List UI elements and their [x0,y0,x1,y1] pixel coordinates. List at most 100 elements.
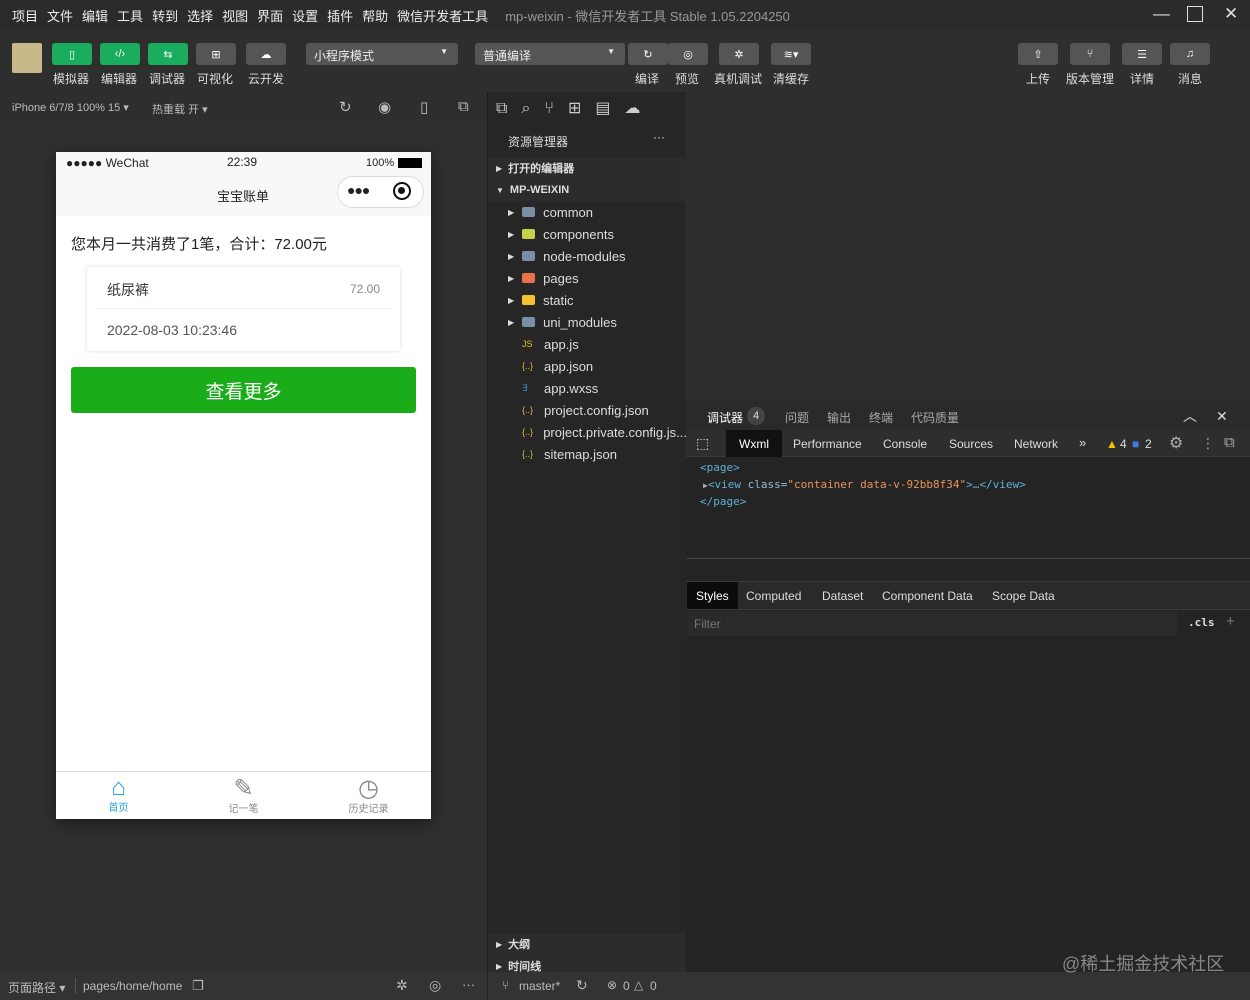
open-editors-section[interactable]: ▶ 打开的编辑器 [488,157,687,179]
menu-item[interactable]: 工具 [117,6,143,25]
dock-icon[interactable]: ⧉ [1224,434,1235,451]
folder-item[interactable]: ▶ components [488,223,687,245]
subtab-scope-data[interactable]: Scope Data [992,589,1055,603]
gear-icon[interactable]: ⚙ [1169,433,1183,453]
wxml-view-node[interactable]: ▶<view class="container data-v-92bb8f34"… [703,478,1026,491]
add-rule-button[interactable]: + [1226,613,1235,630]
menu-item[interactable]: 文件 [47,6,73,25]
files-icon[interactable]: ⧉ [496,100,521,117]
compile-button[interactable]: ↻ [628,43,668,65]
phone-icon[interactable]: ▯ [420,98,428,116]
menu-item[interactable]: 编辑 [82,6,108,25]
subtab-dataset[interactable]: Dataset [822,589,863,603]
menu-item[interactable]: 视图 [222,6,248,25]
record-icon[interactable]: ◉ [378,98,391,116]
menu-item[interactable]: 项目 [12,6,38,25]
tab-add[interactable]: ✎ 记一笔 [211,774,276,815]
subtab-component-data[interactable]: Component Data [882,589,973,603]
maximize-icon[interactable] [1187,6,1203,22]
details-button[interactable]: ☰ [1122,43,1162,65]
warning-count[interactable]: 0 [650,979,657,993]
menu-item[interactable]: 选择 [187,6,213,25]
more-icon[interactable]: ··· [462,977,475,992]
folder-item[interactable]: ▶ common [488,201,687,223]
clear-cache-button[interactable]: ≋▾ [771,43,811,65]
folder-item[interactable]: ▶ static [488,289,687,311]
devtab-sources[interactable]: Sources [949,437,993,451]
visual-button[interactable]: ⊞ [196,43,236,65]
compile-select[interactable]: 普通编译 ▼ [475,43,625,65]
error-count[interactable]: 0 [623,979,630,993]
outline-section[interactable]: ▶ 大纲 [488,933,687,955]
devtab-network[interactable]: Network [1014,437,1058,451]
more-icon[interactable]: ●●● [347,182,370,198]
tab-history[interactable]: ◷ 历史记录 [336,774,401,815]
minimize-icon[interactable]: — [1153,4,1170,24]
git-branch[interactable]: master* [519,979,560,993]
save-icon[interactable]: ▤ [595,100,624,117]
editor-button[interactable]: ‹/› [100,43,140,65]
popout-icon[interactable]: ⧉ [458,98,469,115]
menu-item[interactable]: 设置 [292,6,318,25]
tab-home[interactable]: ⌂ 首页 [86,774,151,814]
rotate-icon[interactable]: ↻ [339,98,352,116]
menu-item[interactable]: 界面 [257,6,283,25]
more-icon[interactable]: ··· [653,130,665,144]
eye-icon[interactable]: ◎ [429,977,441,994]
folder-item[interactable]: ▶ node-modules [488,245,687,267]
sync-icon[interactable]: ↻ [576,977,588,994]
kebab-icon[interactable]: ⋮ [1201,435,1215,452]
menu-item[interactable]: 微信开发者工具 [397,6,488,25]
info-count[interactable]: 2 [1145,437,1152,451]
devtab-performance[interactable]: Performance [793,437,862,451]
devtab-wxml[interactable]: Wxml [726,430,782,457]
search-icon[interactable]: ⌕ [521,100,544,117]
menu-item[interactable]: 插件 [327,6,353,25]
file-item[interactable]: {..} app.json [488,355,687,377]
close-capsule-icon[interactable] [393,182,411,200]
simulator-button[interactable]: ▯ [52,43,92,65]
wxml-page-open[interactable]: <page> [700,461,740,474]
cls-button[interactable]: .cls [1188,616,1215,629]
root-folder[interactable]: ▼ MP-WEIXIN [488,179,687,201]
folder-item[interactable]: ▶ pages [488,267,687,289]
styles-filter-input[interactable] [687,611,1177,636]
close-icon[interactable]: ✕ [1216,408,1228,425]
file-item[interactable]: JS app.js [488,333,687,355]
docker-icon[interactable]: ☁ [625,100,655,117]
tab-terminal[interactable]: 终端 [869,409,893,426]
file-item[interactable]: {..} sitemap.json [488,443,687,465]
avatar[interactable] [12,43,42,73]
upload-button[interactable]: ⇧ [1018,43,1058,65]
messages-button[interactable]: ♫ [1170,43,1210,65]
device-select[interactable]: iPhone 6/7/8 100% 15 ▾ [12,101,129,114]
tab-code-quality[interactable]: 代码质量 [911,409,959,426]
subtab-styles[interactable]: Styles [687,582,738,609]
tab-problems[interactable]: 问题 [785,409,809,426]
subtab-computed[interactable]: Computed [746,589,801,603]
copy-icon[interactable]: ❐ [192,978,204,994]
tab-output[interactable]: 输出 [827,409,851,426]
record-card[interactable]: 纸尿裤 72.00 2022-08-03 10:23:46 [87,267,400,351]
menu-item[interactable]: 帮助 [362,6,388,25]
inspect-icon[interactable]: ⬚ [696,435,709,452]
file-item[interactable]: ∃ app.wxss [488,377,687,399]
preview-button[interactable]: ◎ [668,43,708,65]
folder-item[interactable]: ▶ uni_modules [488,311,687,333]
extensions-icon[interactable]: ⊞ [568,100,595,117]
version-button[interactable]: ⑂ [1070,43,1110,65]
git-icon[interactable]: ⑂ [544,100,568,117]
warning-count[interactable]: 4 [1120,437,1127,451]
devtab-console[interactable]: Console [883,437,927,451]
menu-item[interactable]: 转到 [152,6,178,25]
close-icon[interactable]: ✕ [1224,4,1238,24]
page-path-select[interactable]: 页面路径 ▾ [8,979,65,996]
debugger-button[interactable]: ⇆ [148,43,188,65]
file-item[interactable]: {..} project.config.json [488,399,687,421]
file-item[interactable]: {..} project.private.config.js... [488,421,687,443]
more-tabs-icon[interactable]: » [1079,435,1086,450]
tab-debugger[interactable]: 调试器 [707,409,744,432]
hot-reload-toggle[interactable]: 热重载 开 ▾ [152,101,208,117]
mode-select[interactable]: 小程序模式 ▼ [306,43,458,65]
chevron-up-icon[interactable]: ︿ [1183,406,1197,426]
